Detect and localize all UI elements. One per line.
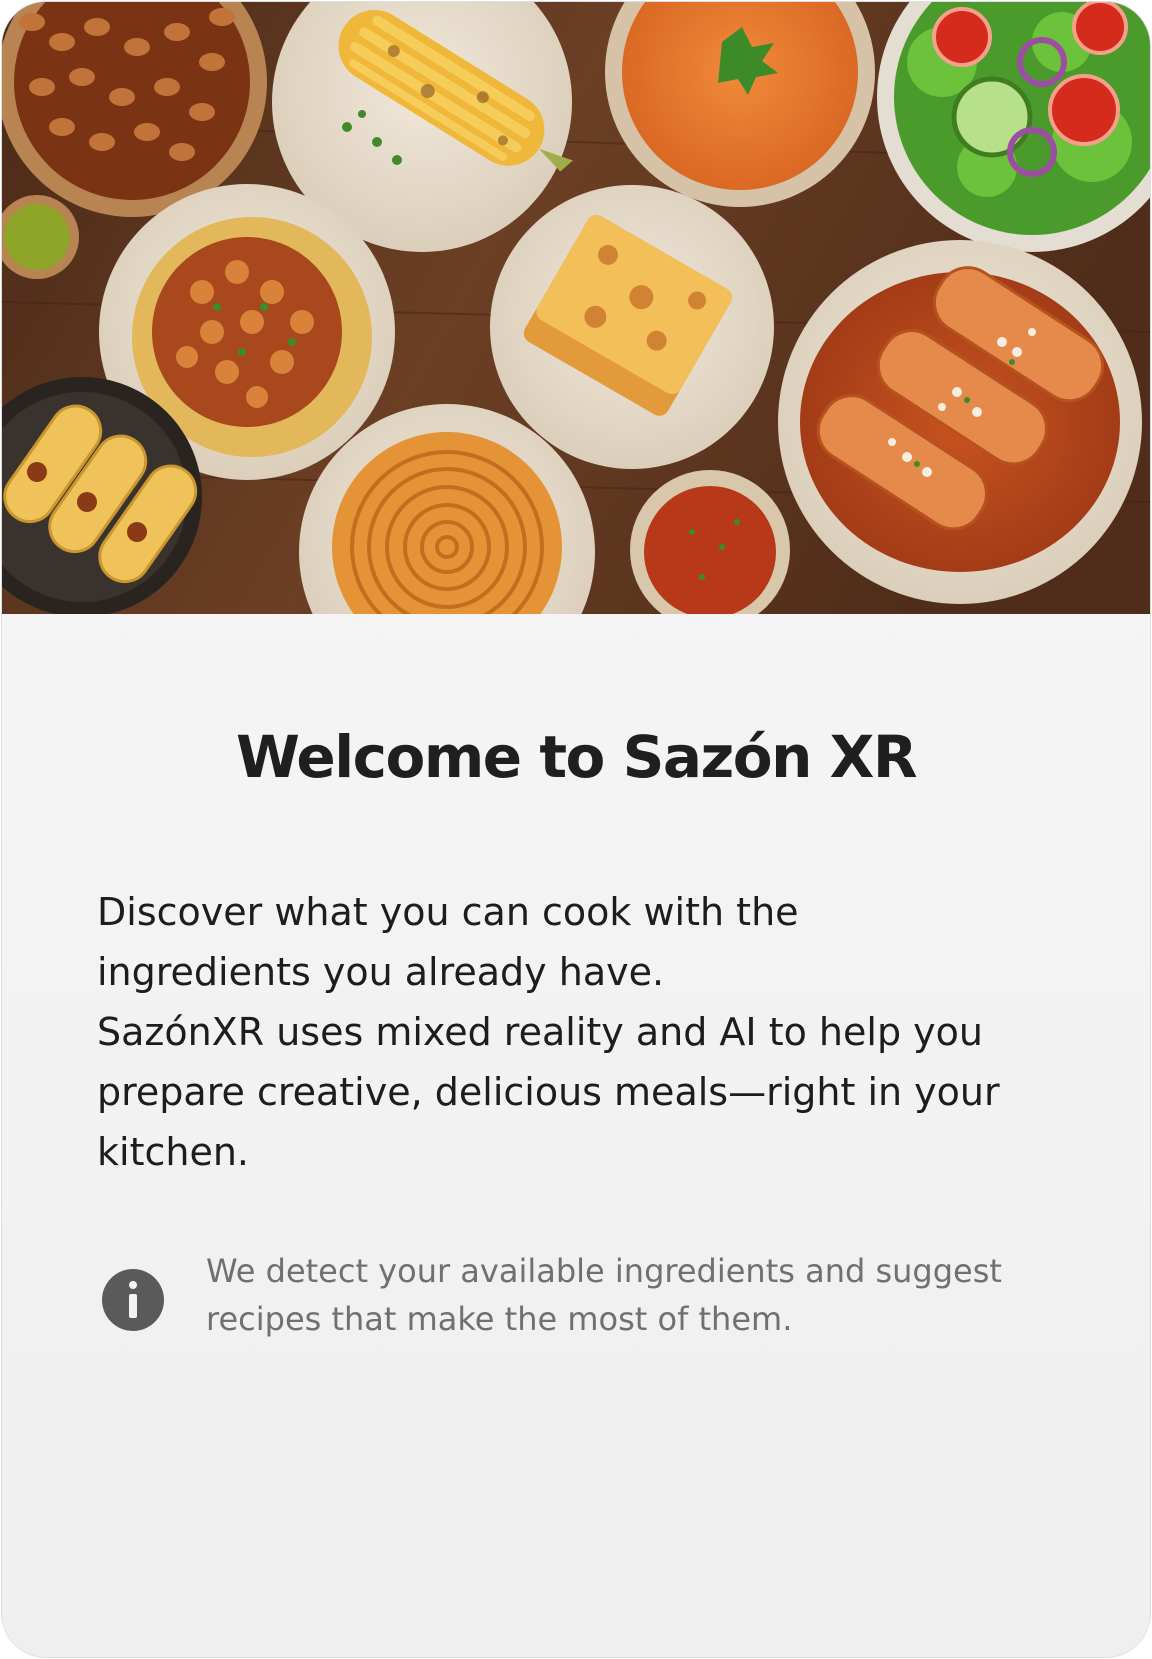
description-line: SazónXR uses mixed reality and AI to hel… bbox=[97, 1010, 983, 1054]
page-title: Welcome to Sazón XR bbox=[236, 723, 917, 791]
info-icon bbox=[102, 1269, 164, 1331]
enchiladas-plate bbox=[778, 240, 1142, 604]
info-text: We detect your available ingredients and… bbox=[206, 1247, 1086, 1343]
lasagna-plate bbox=[490, 185, 774, 469]
welcome-description: Discover what you can cook with the ingr… bbox=[97, 882, 1077, 1182]
info-note: We detect your available ingredients and… bbox=[102, 1247, 1082, 1357]
description-line: prepare creative, delicious meals—right … bbox=[97, 1070, 1000, 1114]
food-illustration bbox=[2, 2, 1150, 614]
description-line: Discover what you can cook with the bbox=[97, 890, 799, 934]
hero-food-image bbox=[2, 2, 1150, 614]
info-line: recipes that make the most of them. bbox=[206, 1300, 793, 1338]
description-line: ingredients you already have. bbox=[97, 950, 665, 994]
description-line: kitchen. bbox=[97, 1130, 249, 1174]
welcome-card: Welcome to Sazón XR Discover what you ca… bbox=[2, 2, 1150, 1657]
info-line: We detect your available ingredients and… bbox=[206, 1252, 1002, 1290]
